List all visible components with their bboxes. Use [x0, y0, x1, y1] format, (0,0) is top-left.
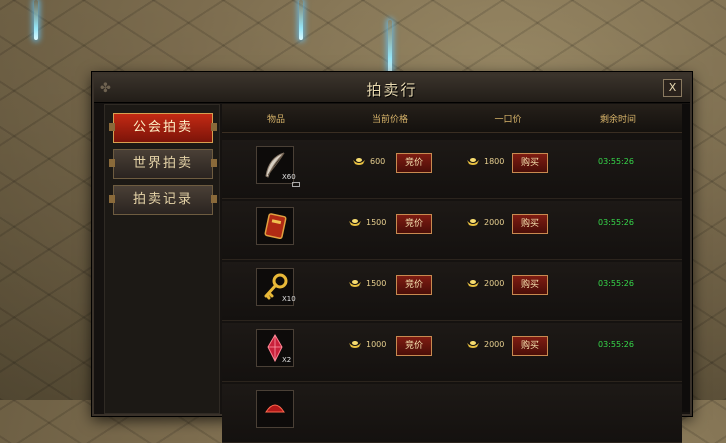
- gold-ingot-icon: [467, 341, 479, 348]
- item-slot[interactable]: [256, 390, 294, 428]
- tab-guild-auction[interactable]: 公会拍卖: [109, 113, 217, 143]
- header-item: 物品: [266, 115, 285, 125]
- light-beam-effect: [388, 20, 392, 74]
- red-item-icon: [265, 404, 285, 413]
- table-row: X10 1500 竞价 2000 购买 03:55:26: [222, 262, 682, 321]
- buy-button[interactable]: 购买: [512, 153, 548, 173]
- list-scrollbar[interactable]: [682, 104, 690, 412]
- tab-auction-records[interactable]: 拍卖记录: [109, 185, 217, 215]
- buyout-price: 2000: [484, 279, 505, 288]
- buyout-price: 2000: [484, 340, 505, 349]
- current-price: 1500: [366, 218, 387, 227]
- header-buyout: 一口价: [494, 115, 522, 125]
- bind-mark: [292, 182, 300, 187]
- gold-ingot-icon: [349, 341, 361, 348]
- item-quantity: X2: [282, 356, 292, 364]
- header-time-left: 剩余时间: [599, 115, 636, 125]
- buy-button[interactable]: 购买: [512, 275, 548, 295]
- time-left: 03:55:26: [598, 279, 634, 288]
- buy-button[interactable]: 购买: [512, 214, 548, 234]
- item-quantity: X60: [282, 173, 296, 181]
- table-row: 1500 竞价 2000 购买 03:55:26: [222, 201, 682, 260]
- auction-list: 物品 当前价格 一口价 剩余时间 X60 600 竞价 1800 购买 03:5…: [222, 104, 682, 443]
- item-quantity: X10: [282, 295, 296, 303]
- bid-button[interactable]: 竞价: [396, 275, 432, 295]
- table-row: X2 1000 竞价 2000 购买 03:55:26: [222, 323, 682, 382]
- gold-ingot-icon: [353, 158, 365, 165]
- current-price: 1500: [366, 279, 387, 288]
- buy-button[interactable]: 购买: [512, 336, 548, 356]
- item-slot[interactable]: [256, 207, 294, 245]
- gold-ingot-icon: [467, 280, 479, 287]
- time-left: 03:55:26: [598, 340, 634, 349]
- table-header: 物品 当前价格 一口价 剩余时间: [222, 104, 682, 133]
- light-beam-effect: [34, 0, 38, 40]
- close-button[interactable]: X: [663, 79, 682, 97]
- tab-world-auction[interactable]: 世界拍卖: [109, 149, 217, 179]
- light-beam-effect: [299, 0, 303, 40]
- gold-ingot-icon: [349, 280, 361, 287]
- window-titlebar[interactable]: ✤ 拍卖行 X: [94, 74, 690, 103]
- window-title: 拍卖行: [366, 81, 418, 99]
- header-current-price: 当前价格: [371, 115, 408, 125]
- bid-button[interactable]: 竞价: [396, 214, 432, 234]
- time-left: 03:55:26: [598, 157, 634, 166]
- auction-house-window: ✤ 拍卖行 X 公会拍卖 世界拍卖 拍卖记录 物品 当前价格 一口价 剩余时间 …: [92, 72, 692, 443]
- gold-ingot-icon: [467, 219, 479, 226]
- bid-button[interactable]: 竞价: [396, 336, 432, 356]
- auction-sidebar: 公会拍卖 世界拍卖 拍卖记录: [104, 104, 220, 414]
- buyout-price: 1800: [484, 157, 505, 166]
- gold-ingot-icon: [349, 219, 361, 226]
- time-left: 03:55:26: [598, 218, 634, 227]
- red-book-icon: [264, 213, 287, 240]
- table-row: [222, 384, 682, 443]
- bid-button[interactable]: 竞价: [396, 153, 432, 173]
- table-row: X60 600 竞价 1800 购买 03:55:26: [222, 140, 682, 199]
- gold-ingot-icon: [467, 158, 479, 165]
- buyout-price: 2000: [484, 218, 505, 227]
- current-price: 1000: [366, 340, 387, 349]
- current-price: 600: [370, 157, 386, 166]
